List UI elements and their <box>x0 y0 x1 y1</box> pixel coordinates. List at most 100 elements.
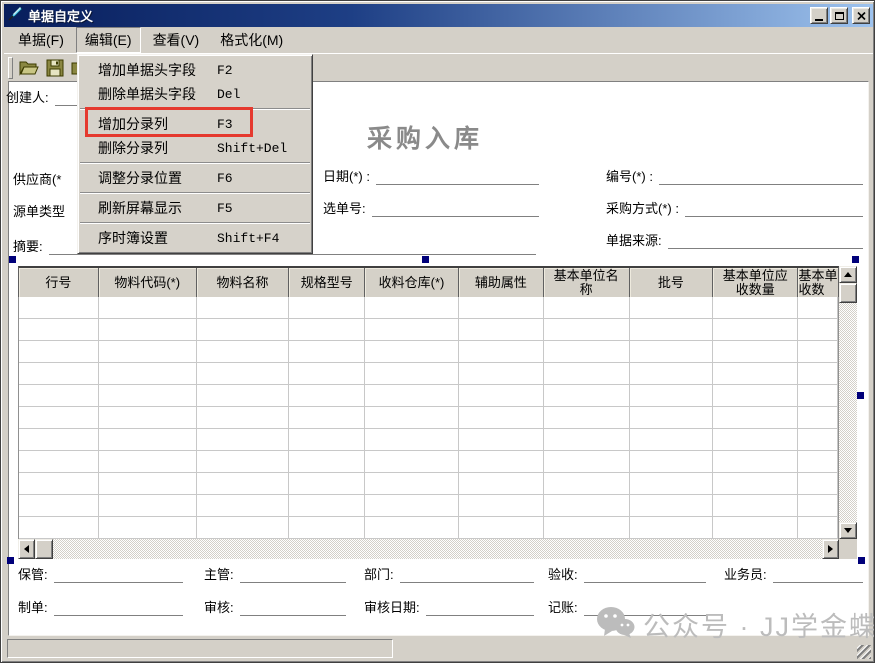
selection-handle[interactable] <box>422 256 429 263</box>
table-cell[interactable] <box>459 363 544 384</box>
menu-item-delete-entry-column[interactable]: 删除分录列Shift+Del <box>79 136 311 160</box>
table-cell[interactable] <box>19 341 99 362</box>
table-cell[interactable] <box>19 385 99 406</box>
menu-document[interactable]: 单据(F) <box>9 27 73 53</box>
menu-item-sequence-book-settings[interactable]: 序时簿设置Shift+F4 <box>79 226 311 250</box>
table-cell[interactable] <box>544 297 630 318</box>
table-cell[interactable] <box>798 429 838 450</box>
table-cell[interactable] <box>798 385 838 406</box>
table-cell[interactable] <box>459 297 544 318</box>
selection-handle[interactable] <box>7 557 14 564</box>
vertical-scroll-thumb[interactable] <box>839 283 857 303</box>
table-cell[interactable] <box>289 517 365 538</box>
selection-handle[interactable] <box>9 256 16 263</box>
scroll-right-button[interactable] <box>822 539 839 559</box>
table-row[interactable] <box>19 297 838 319</box>
table-row[interactable] <box>19 407 838 429</box>
table-cell[interactable] <box>713 429 798 450</box>
menu-edit[interactable]: 编辑(E) <box>76 27 141 53</box>
table-cell[interactable] <box>99 319 197 340</box>
table-cell[interactable] <box>630 451 714 472</box>
table-cell[interactable] <box>197 451 290 472</box>
table-body[interactable] <box>18 297 839 539</box>
table-cell[interactable] <box>798 363 838 384</box>
table-cell[interactable] <box>713 363 798 384</box>
horizontal-scrollbar[interactable] <box>18 539 839 559</box>
table-cell[interactable] <box>544 473 630 494</box>
table-cell[interactable] <box>99 517 197 538</box>
table-cell[interactable] <box>99 297 197 318</box>
selection-handle[interactable] <box>852 256 859 263</box>
table-cell[interactable] <box>713 517 798 538</box>
table-cell[interactable] <box>99 341 197 362</box>
field-number[interactable]: 编号(*) : <box>606 169 863 185</box>
table-row[interactable] <box>19 319 838 341</box>
field-select-no[interactable]: 选单号: <box>323 201 539 217</box>
table-cell[interactable] <box>19 517 99 538</box>
field-auditor[interactable]: 审核: <box>204 600 346 616</box>
table-cell[interactable] <box>289 429 365 450</box>
table-cell[interactable] <box>19 297 99 318</box>
table-cell[interactable] <box>99 385 197 406</box>
table-cell[interactable] <box>197 341 290 362</box>
scroll-up-button[interactable] <box>839 266 857 283</box>
table-cell[interactable] <box>365 297 459 318</box>
table-cell[interactable] <box>19 363 99 384</box>
horizontal-scroll-thumb[interactable] <box>35 539 53 559</box>
menu-view[interactable]: 查看(V) <box>144 27 209 53</box>
table-cell[interactable] <box>459 385 544 406</box>
field-department[interactable]: 部门: <box>364 567 534 583</box>
toolbar-grip[interactable] <box>8 57 13 79</box>
table-cell[interactable] <box>289 451 365 472</box>
table-cell[interactable] <box>197 407 290 428</box>
field-salesman[interactable]: 业务员: <box>724 567 863 583</box>
table-cell[interactable] <box>19 319 99 340</box>
column-header[interactable]: 基本单位应收数量 <box>713 268 798 298</box>
field-preparer[interactable]: 制单: <box>18 600 183 616</box>
table-cell[interactable] <box>544 363 630 384</box>
table-cell[interactable] <box>365 385 459 406</box>
table-cell[interactable] <box>630 429 714 450</box>
vertical-scrollbar[interactable] <box>839 266 857 539</box>
table-cell[interactable] <box>713 451 798 472</box>
table-cell[interactable] <box>197 473 290 494</box>
table-row[interactable] <box>19 429 838 451</box>
table-row[interactable] <box>19 517 838 539</box>
table-cell[interactable] <box>459 429 544 450</box>
table-row[interactable] <box>19 473 838 495</box>
table-cell[interactable] <box>798 297 838 318</box>
column-header-clipped[interactable]: 基本单收数 <box>798 268 838 298</box>
table-cell[interactable] <box>197 517 290 538</box>
selection-handle[interactable] <box>857 392 864 399</box>
titlebar[interactable]: 单据自定义 <box>4 4 873 27</box>
field-purchase-method[interactable]: 采购方式(*) : <box>606 201 863 217</box>
table-cell[interactable] <box>365 495 459 516</box>
table-cell[interactable] <box>459 319 544 340</box>
field-supervisor[interactable]: 主管: <box>204 567 346 583</box>
table-cell[interactable] <box>630 385 714 406</box>
table-cell[interactable] <box>798 495 838 516</box>
menu-item-add-header-field[interactable]: 增加单据头字段F2 <box>79 58 311 82</box>
menu-item-refresh-screen[interactable]: 刷新屏幕显示F5 <box>79 196 311 220</box>
table-cell[interactable] <box>544 495 630 516</box>
table-cell[interactable] <box>365 363 459 384</box>
menu-format[interactable]: 格式化(M) <box>211 27 292 53</box>
table-cell[interactable] <box>459 495 544 516</box>
maximize-button[interactable] <box>830 7 848 24</box>
table-cell[interactable] <box>713 495 798 516</box>
table-cell[interactable] <box>365 319 459 340</box>
table-cell[interactable] <box>713 341 798 362</box>
table-cell[interactable] <box>544 319 630 340</box>
table-cell[interactable] <box>99 429 197 450</box>
column-header[interactable]: 批号 <box>630 268 714 298</box>
table-cell[interactable] <box>197 319 290 340</box>
table-cell[interactable] <box>197 385 290 406</box>
field-acceptance[interactable]: 验收: <box>548 567 706 583</box>
column-header[interactable]: 辅助属性 <box>459 268 544 298</box>
table-cell[interactable] <box>630 473 714 494</box>
table-cell[interactable] <box>99 363 197 384</box>
table-cell[interactable] <box>630 363 714 384</box>
table-cell[interactable] <box>630 407 714 428</box>
table-cell[interactable] <box>798 319 838 340</box>
table-cell[interactable] <box>365 407 459 428</box>
